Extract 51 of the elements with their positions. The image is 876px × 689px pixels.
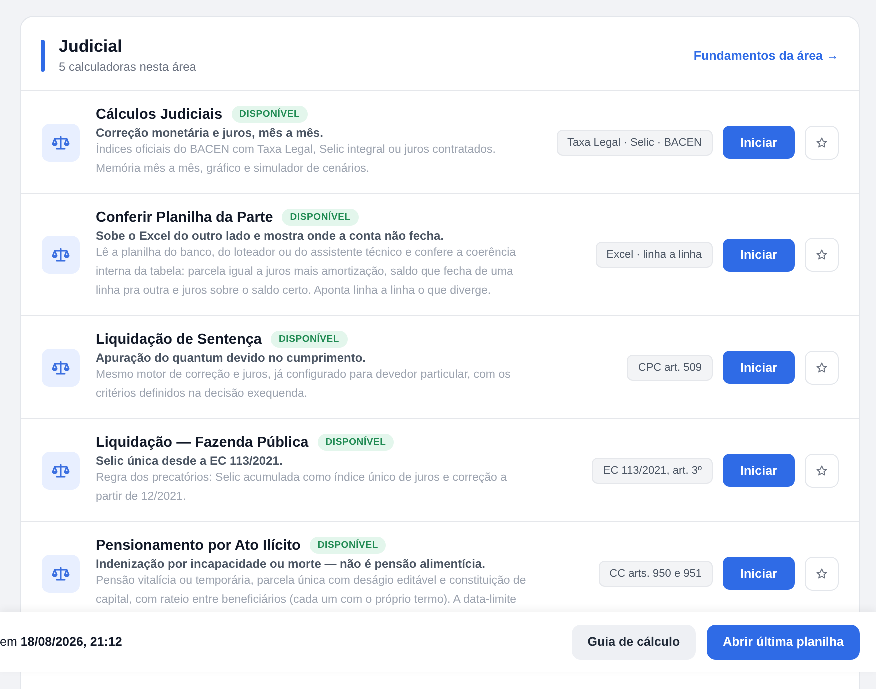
status-badge: DISPONÍVEL (232, 106, 308, 123)
reference-tag: Excel · linha a linha (596, 242, 713, 268)
calculator-description: Regra dos precatórios: Selic acumulada como índice único de juros e correção a partir de 12/2021. (96, 471, 508, 505)
section-subtitle: 5 calculadoras nesta área (59, 60, 198, 74)
calculator-description: Pensão vitalícia ou temporária, parcela única com deságio editável e constituição de capital, com rateio entre beneficiários (cada um com o próprio termo). A data-limite (96, 574, 528, 608)
status-badge: DISPONÍVEL (271, 331, 348, 348)
fundamentals-link[interactable]: Fundamentos da área → (694, 48, 839, 62)
favorite-button[interactable] (805, 238, 839, 272)
calculator-title: Conferir Planilha da Parte (96, 210, 274, 226)
calculator-summary: Indenização por incapacidade ou morte — não é pensão alimentícia. (96, 557, 486, 571)
star-icon (816, 136, 828, 148)
calculator-title: Liquidação de Sentença (96, 332, 262, 348)
calculator-title: Cálculos Judiciais (96, 106, 223, 122)
section-title: Judicial (59, 37, 124, 57)
favorite-button[interactable] (805, 454, 839, 488)
scale-icon (42, 554, 80, 592)
star-icon (816, 464, 828, 476)
scale-icon (42, 124, 80, 162)
star-icon (816, 568, 828, 580)
reference-tag: CPC art. 509 (627, 354, 713, 380)
scale-icon (42, 236, 80, 274)
calculator-summary: Sobe o Excel do outro lado e mostra onde a conta não fecha. (96, 229, 446, 243)
start-button[interactable]: Iniciar (723, 454, 795, 487)
calculator-summary: Apuração do quantum devido no cumprimento. (96, 351, 368, 365)
scale-icon (42, 348, 80, 386)
status-badge: DISPONÍVEL (310, 537, 386, 554)
calculator-summary: Selic única desde a EC 113/2021. (96, 454, 284, 468)
calculator-description: Mesmo motor de correção e juros, já configurado para devedor particular, com os critérios definidos na decisão exequenda. (96, 368, 512, 402)
guide-button[interactable]: Guia de cálculo (572, 624, 696, 660)
start-button[interactable]: Iniciar (723, 351, 795, 384)
open-spreadsheet-button[interactable]: Abrir última planilha (707, 624, 860, 660)
star-icon (816, 249, 828, 261)
calculator-description: Índices oficiais do BACEN com Taxa Legal, Selic integral ou juros contratados. Memória mês a mês, gráfico e simulador de cenários. (96, 142, 497, 177)
status-badge: DISPONÍVEL (318, 434, 394, 451)
favorite-button[interactable] (805, 556, 839, 590)
scale-icon (42, 452, 80, 490)
calculator-title: Pensionamento por Ato Ilícito (96, 538, 301, 554)
start-button[interactable]: Iniciar (723, 238, 795, 272)
calculator-title: Liquidação — Fazenda Pública (96, 434, 309, 450)
reference-tag: Taxa Legal · Selic · BACEN (556, 130, 713, 156)
favorite-button[interactable] (805, 126, 839, 160)
favorite-button[interactable] (805, 350, 839, 384)
start-button[interactable]: Iniciar (723, 126, 795, 159)
calculator-summary: Correção monetária e juros, mês a mês. (96, 126, 324, 140)
reference-tag: CC arts. 950 e 951 (598, 560, 713, 586)
start-button[interactable]: Iniciar (723, 557, 795, 590)
star-icon (816, 362, 828, 374)
reference-tag: EC 113/2021, art. 3º (592, 458, 713, 484)
status-badge: DISPONÍVEL (282, 209, 359, 226)
calculator-description: Lê a planilha do banco, do loteador ou do assistente técnico e confere a coerência interna da tabela: parcela igual a juros mais amortização, saldo que fecha de uma linha pra outra e juros sobre o saldo certo. Aponta linha a linha o que diverge. (96, 246, 518, 299)
last-saved-text: em 18/08/2026, 21:12 (0, 635, 122, 649)
